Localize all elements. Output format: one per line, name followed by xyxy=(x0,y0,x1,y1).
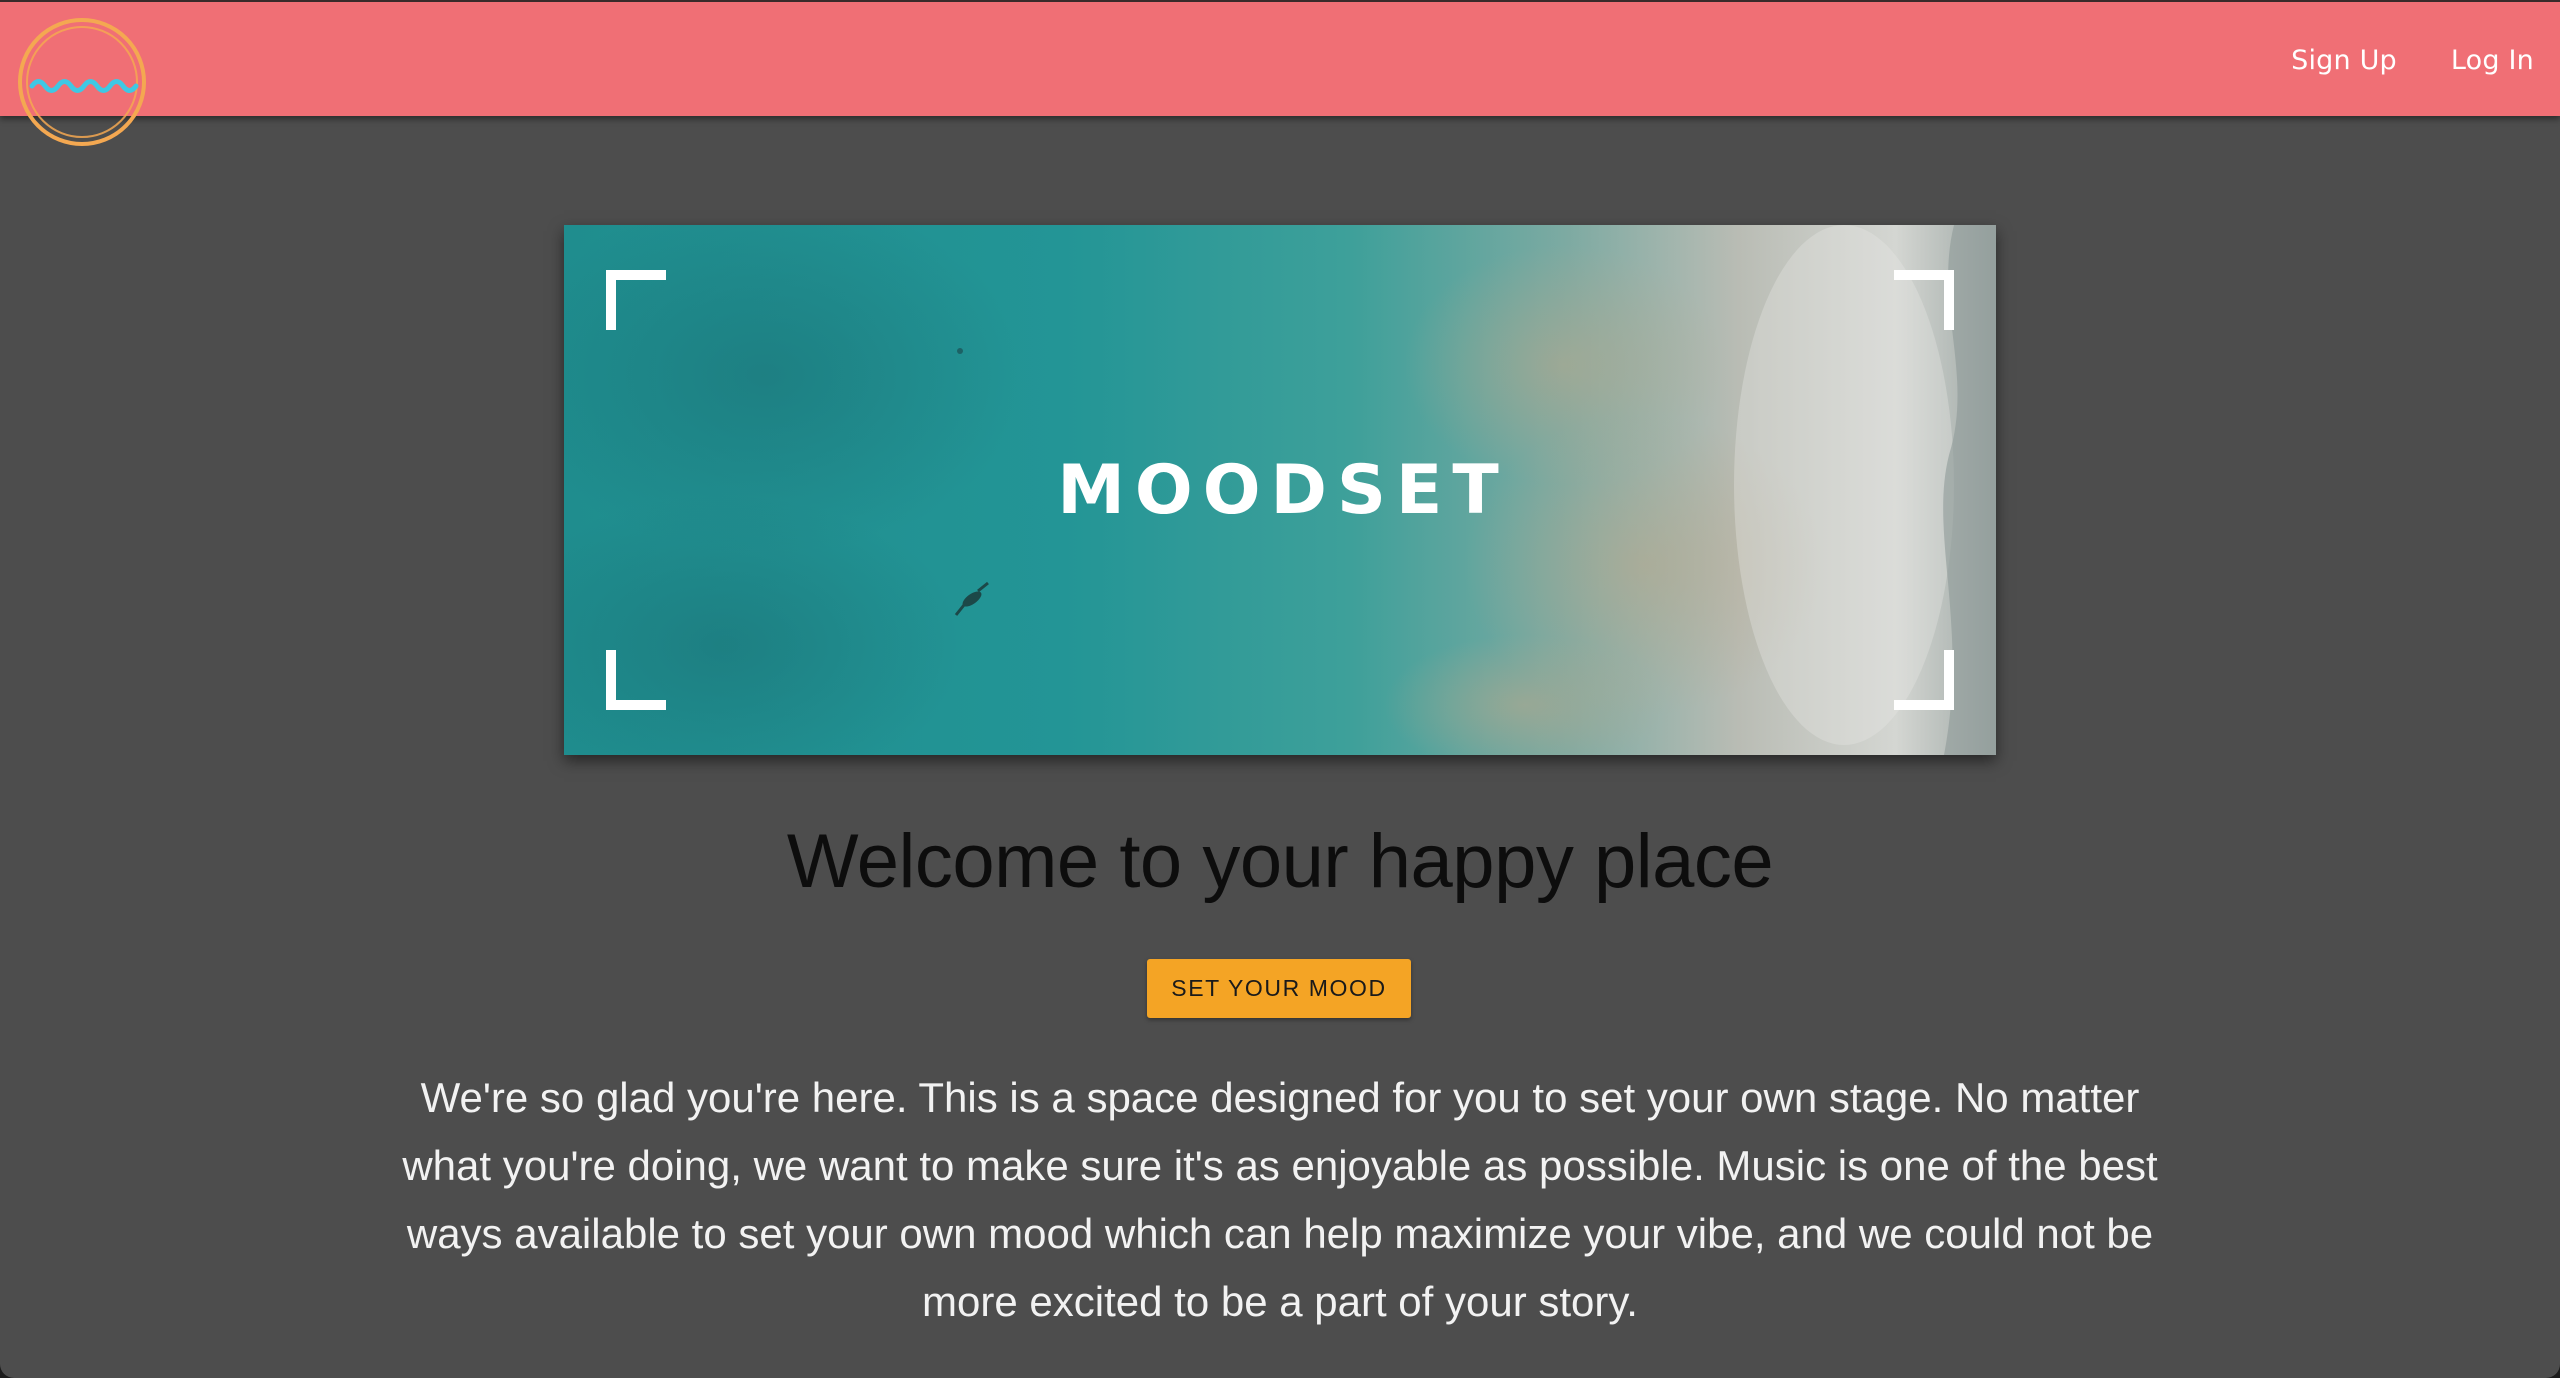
banner-title: MOODSET xyxy=(1057,450,1509,530)
signup-link[interactable]: Sign Up xyxy=(2291,45,2397,76)
logo-home-link[interactable] xyxy=(16,16,148,148)
page-headline: Welcome to your happy place xyxy=(786,819,1774,904)
nav-links: Sign Up Log In xyxy=(2291,2,2534,118)
login-link[interactable]: Log In xyxy=(2451,45,2534,76)
intro-paragraph: We're so glad you're here. This is a spa… xyxy=(402,1074,2158,1325)
hero-banner: MOODSET xyxy=(564,225,1996,755)
set-your-mood-button[interactable]: SET YOUR MOOD xyxy=(1147,959,1411,1018)
top-navbar: Sign Up Log In xyxy=(0,0,2560,116)
wave-in-circle-icon xyxy=(18,18,146,146)
app-window: Sign Up Log In MOODSET Welcome to your h… xyxy=(0,0,2560,1378)
